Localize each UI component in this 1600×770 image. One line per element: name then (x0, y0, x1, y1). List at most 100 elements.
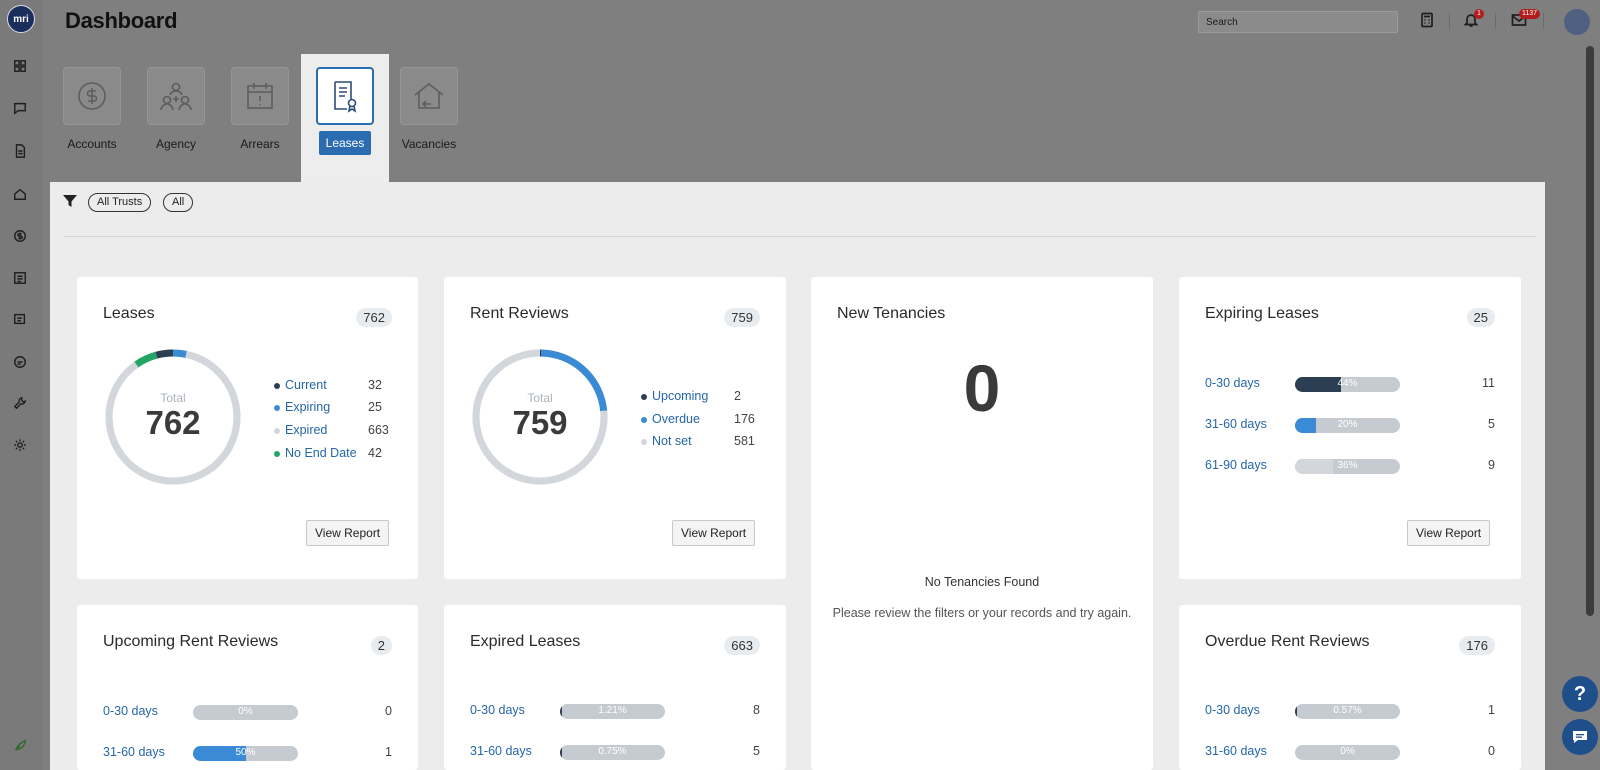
legend-label: Upcoming (652, 389, 709, 403)
bar-row[interactable]: 31-60 days 0% 0 (1205, 742, 1495, 762)
messages-badge: 1137 (1519, 9, 1541, 19)
tile-label: Accounts (67, 137, 117, 151)
legend-dot (274, 383, 280, 389)
filter-chip-trusts[interactable]: All Trusts (88, 193, 152, 212)
calculator-icon[interactable] (1419, 12, 1437, 30)
bar-track: 44% (1295, 377, 1400, 392)
lease-document-icon (334, 81, 357, 113)
view-report-button[interactable]: View Report (672, 520, 756, 546)
calendar-icon (247, 83, 273, 109)
nav-rail: mri (0, 0, 42, 770)
settings-icon[interactable] (13, 438, 29, 454)
bar-percent: 0.57% (1333, 705, 1362, 716)
bar-percent: 0% (1340, 746, 1355, 757)
legend-label: Expiring (285, 400, 331, 414)
bar-percent: 0% (238, 706, 253, 717)
bar-value: 9 (1488, 458, 1495, 472)
card-title: Expired Leases (470, 633, 581, 650)
bar-row[interactable]: 31-60 days 20% 5 (1205, 415, 1495, 435)
bar-value: 5 (753, 744, 760, 758)
legend-dot (641, 417, 647, 423)
donut-total-label: Total (527, 391, 553, 405)
rent-reviews-card: Rent Reviews 759 Total 759 Upcoming 2 Ove… (444, 277, 786, 579)
bar-row[interactable]: 31-60 days 0.75% 5 (470, 742, 760, 762)
search-input[interactable] (1198, 11, 1398, 33)
page-scrollbar[interactable] (1586, 46, 1594, 616)
legend-value: 663 (368, 423, 389, 437)
people-icon (160, 82, 192, 111)
notifications-badge: 1 (1474, 9, 1484, 19)
receipt-icon[interactable] (13, 312, 29, 328)
bar-label: 61-90 days (1205, 458, 1267, 472)
bar-value: 0 (1488, 744, 1495, 758)
tile-arrears[interactable]: Arrears (216, 54, 304, 182)
view-report-button[interactable]: View Report (306, 520, 390, 546)
new-tenancies-card: New Tenancies 0 No Tenancies Found Pleas… (811, 277, 1153, 770)
bar-label: 0-30 days (103, 704, 158, 718)
bar-percent: 44% (1337, 378, 1358, 389)
upcoming-rent-reviews-card: Upcoming Rent Reviews 2 0-30 days 0% 0 31-… (77, 605, 418, 770)
bar-row[interactable]: 0-30 days 0.57% 1 (1205, 701, 1495, 721)
legend-value: 2 (734, 389, 741, 403)
count-badge: 176 (1459, 636, 1495, 655)
donut-total-label: Total (160, 391, 186, 405)
id-card-icon[interactable] (13, 355, 29, 371)
tile-agency-box (147, 67, 205, 125)
help-button[interactable]: ? (1562, 676, 1598, 712)
tile-vacancies-box (400, 67, 458, 125)
empty-state-title: No Tenancies Found (924, 575, 1040, 589)
bar-row[interactable]: 0-30 days 44% 11 (1205, 374, 1495, 394)
legend-dot (274, 451, 280, 457)
dashboard-icon[interactable] (13, 59, 29, 75)
bar-row[interactable]: 0-30 days 0% 0 (103, 702, 392, 722)
legend-value: 32 (368, 378, 382, 392)
leases-card: Leases 762 Total 762 Current 32 Expiring 2… (77, 277, 418, 579)
legend-label: No End Date (285, 446, 357, 460)
dollar-icon[interactable] (13, 229, 29, 245)
count-badge: 25 (1466, 308, 1495, 327)
user-avatar[interactable] (1564, 9, 1590, 35)
bar-track: 0.57% (1295, 704, 1400, 719)
legend-dot (641, 394, 647, 400)
card-title: Upcoming Rent Reviews (103, 633, 279, 650)
bar-row[interactable]: 61-90 days 36% 9 (1205, 456, 1495, 476)
donut-total-value: 762 (145, 404, 201, 441)
home-icon[interactable] (13, 187, 29, 203)
tile-vacancies[interactable]: Vacancies (385, 54, 473, 182)
filter-icon[interactable] (63, 194, 77, 213)
chat-button[interactable] (1562, 719, 1598, 755)
legend-dot (641, 439, 647, 445)
count-badge: 759 (724, 308, 760, 327)
legend-dot (274, 405, 280, 411)
bar-row[interactable]: 0-30 days 1.21% 8 (470, 701, 760, 721)
legend-label: Not set (652, 434, 692, 448)
ledger-icon[interactable] (13, 271, 29, 287)
bar-track: 1.21% (560, 704, 665, 719)
legend-value: 25 (368, 400, 382, 414)
bar-value: 1 (1488, 703, 1495, 717)
bar-percent: 20% (1337, 419, 1358, 430)
house-icon (414, 82, 444, 109)
filter-chip-all[interactable]: All (163, 193, 194, 212)
view-report-button[interactable]: View Report (1407, 520, 1491, 546)
chat-icon[interactable] (13, 101, 29, 117)
count-badge: 2 (370, 636, 392, 655)
bar-label: 0-30 days (1205, 376, 1260, 390)
tile-leases[interactable]: Leases (301, 54, 389, 182)
bar-percent: 36% (1337, 460, 1358, 471)
count-badge: 663 (724, 636, 760, 655)
bar-value: 0 (385, 704, 392, 718)
legend-value: 581 (734, 434, 755, 448)
card-title: Expiring Leases (1205, 305, 1319, 322)
tile-agency[interactable]: Agency (132, 54, 220, 182)
wrench-icon[interactable] (13, 396, 29, 412)
legend-dot (274, 428, 280, 434)
tile-accounts[interactable]: Accounts (48, 54, 136, 182)
leaf-icon[interactable] (13, 738, 29, 754)
mri-logo[interactable]: mri (7, 5, 35, 33)
dashboard-panel: All Trusts All Leases 762 Total 762 Curr… (50, 182, 1545, 770)
document-icon[interactable] (13, 144, 29, 160)
chat-bubble-icon (1573, 731, 1587, 743)
legend-value: 42 (368, 446, 382, 460)
bar-row[interactable]: 31-60 days 50% 1 (103, 743, 392, 763)
